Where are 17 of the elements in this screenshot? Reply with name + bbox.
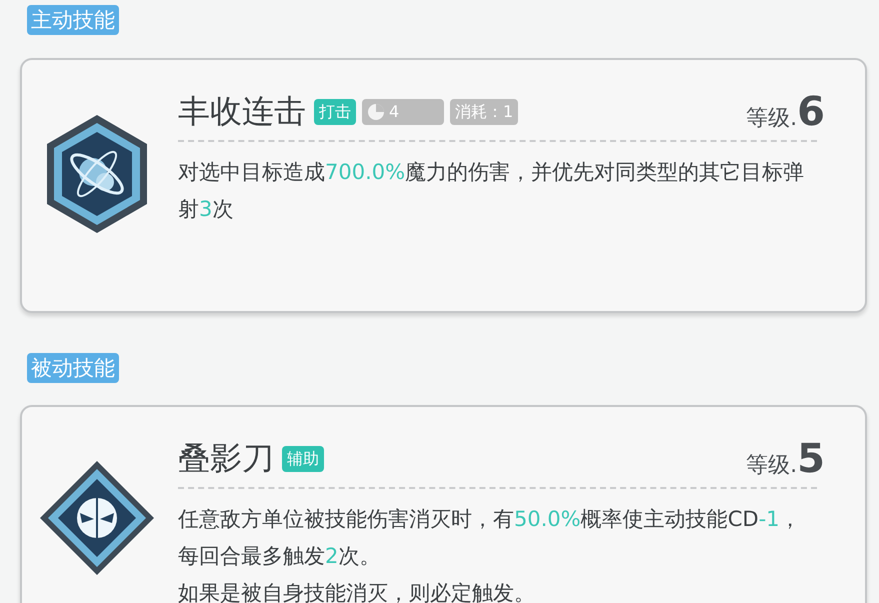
mask-icon	[38, 459, 156, 577]
skill-name: 丰收连击	[178, 91, 306, 132]
clock-icon	[367, 103, 385, 121]
skill-description: 任意敌方单位被技能伤害消灭时，有50.0%概率使主动技能CD-1，每回合最多触发2次。	[178, 506, 802, 570]
level-value: 6	[797, 89, 825, 135]
skill-type-tag: 辅助	[282, 446, 324, 472]
skill-type-tag: 打击	[314, 99, 356, 125]
cost-tag: 消耗：1	[450, 99, 518, 125]
skill-name: 叠影刀	[178, 438, 274, 479]
level-label: 等级.	[746, 105, 798, 133]
section-label: 被动技能	[27, 353, 119, 383]
skill-description: 如果是被自身技能消灭，则必定触发。	[178, 580, 536, 603]
level-value: 5	[797, 436, 825, 482]
section-label: 主动技能	[27, 5, 119, 35]
level-label: 等级.	[746, 452, 798, 480]
skill-description: 对选中目标造成700.0%魔力的伤害，并优先对同类型的其它目标弹射3次	[178, 159, 806, 223]
cooldown-tag: 4	[362, 99, 444, 125]
